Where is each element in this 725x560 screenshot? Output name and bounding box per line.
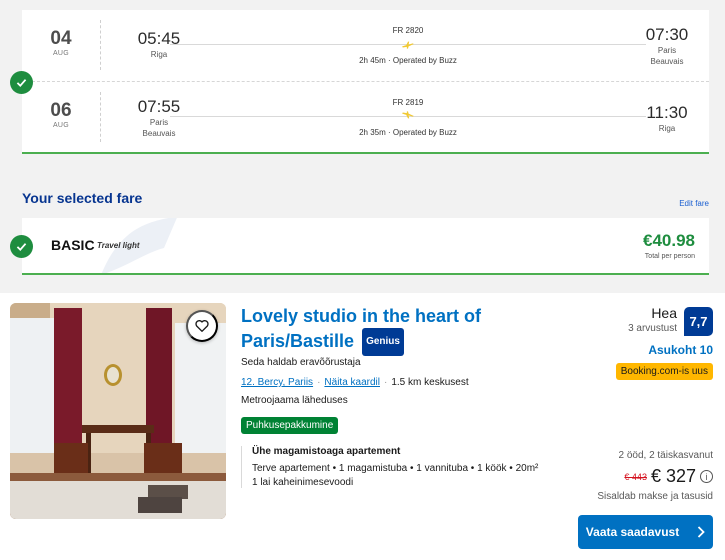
location-score: Asukoht 10 [648,343,713,357]
flight-date: 04 AUG [36,28,86,57]
review-word: Hea [651,305,677,321]
current-price: € 327 [650,466,696,486]
arrival: 11:30 Riga [639,102,695,134]
flight-duration: 2h 45m · Operated by Buzz [359,56,457,65]
fare-subtitle: Travel light [97,241,140,250]
fare-card: BASIC Travel light €40.98 Total per pers… [22,218,709,275]
flight-row-return: 06 AUG 07:55 Paris Beauvais FR 2819 2h 3… [22,82,709,152]
fare-price: €40.98 [643,231,695,250]
review-count[interactable]: 3 arvustust [628,323,677,334]
vacation-deal-badge: Puhkusepakkumine [241,417,339,434]
room-bed: 1 lai kaheinimesevoodi [252,477,354,488]
fare-price-note: Total per person [644,253,695,260]
price-row: € 443 € 327 i [624,466,713,487]
district-link[interactable]: 12. Bercy, Pariis [241,377,313,388]
plane-icon [402,111,414,119]
flight-row-outbound: 04 AUG 05:45 Riga FR 2820 2h 45m · Opera… [22,10,709,80]
see-availability-button[interactable]: Vaata saadavust [578,515,713,549]
flight-date-month: AUG [52,50,70,57]
flights-check-icon [10,71,33,94]
flight-date-month: AUG [52,122,70,129]
original-price: € 443 [624,471,647,482]
date-divider [100,92,101,142]
genius-badge: Genius [362,328,404,356]
fare-heading: Your selected fare [22,190,143,206]
metro-text: Metroojaama läheduses [241,395,348,406]
arrival-city: Riga [658,124,676,133]
flights-card: 04 AUG 05:45 Riga FR 2820 2h 45m · Opera… [22,10,709,154]
check-icon [16,243,27,252]
edit-fare-link[interactable]: Edit fare [679,199,709,208]
room-name: Ühe magamistoaga apartement [252,446,401,457]
fare-check-icon [10,235,33,258]
heart-icon [195,320,209,332]
flight-duration: 2h 35m · Operated by Buzz [359,128,457,137]
hotel-title[interactable]: Lovely studio in the heart of Paris/Bast… [241,304,531,356]
favorite-button[interactable] [186,310,218,342]
flight-number: FR 2820 [392,26,424,35]
date-divider [100,20,101,70]
hotel-card: Lovely studio in the heart of Paris/Bast… [0,293,725,560]
arrival-time: 07:30 [645,25,689,44]
arrival-time: 11:30 [646,103,688,122]
review-score[interactable]: 7,7 [684,307,713,336]
plane-icon [402,41,414,49]
location-line: 12. Bercy, Pariis · Näita kaardil · 1.5 km k… [241,377,469,388]
hotel-title-text[interactable]: Lovely studio in the heart of Paris/Bast… [241,306,481,351]
room-block: Ühe magamistoaga apartement Terve aparte… [241,446,551,488]
flight-date-day: 04 [50,28,72,49]
arrival: 07:30 Paris Beauvais [639,24,695,67]
room-description: Terve apartement • 1 magamistuba • 1 van… [252,463,539,474]
flight-date-day: 06 [50,100,72,121]
chevron-right-icon [698,526,705,538]
info-icon[interactable]: i [700,470,713,483]
distance-text: 1.5 km keskusest [391,377,469,388]
check-icon [16,79,27,88]
arrival-city: Paris [657,46,677,55]
show-on-map-link[interactable]: Näita kaardil [324,377,380,388]
flight-route: FR 2819 2h 35m · Operated by Buzz [170,92,646,148]
stay-summary: 2 ööd, 2 täiskasvanut [618,450,713,461]
taxes-note: Sisaldab makse ja tasusid [597,491,713,502]
see-availability-label: Vaata saadavust [585,525,680,539]
managed-by-text: Seda haldab eravõõrustaja [241,357,361,368]
flight-number: FR 2819 [392,98,424,107]
arrival-airport: Beauvais [650,57,684,66]
fare-name: BASIC [51,237,95,253]
flight-route: FR 2820 2h 45m · Operated by Buzz [170,20,646,76]
new-to-booking-badge: Booking.com-is uus [615,363,713,380]
flight-date: 06 AUG [36,100,86,129]
